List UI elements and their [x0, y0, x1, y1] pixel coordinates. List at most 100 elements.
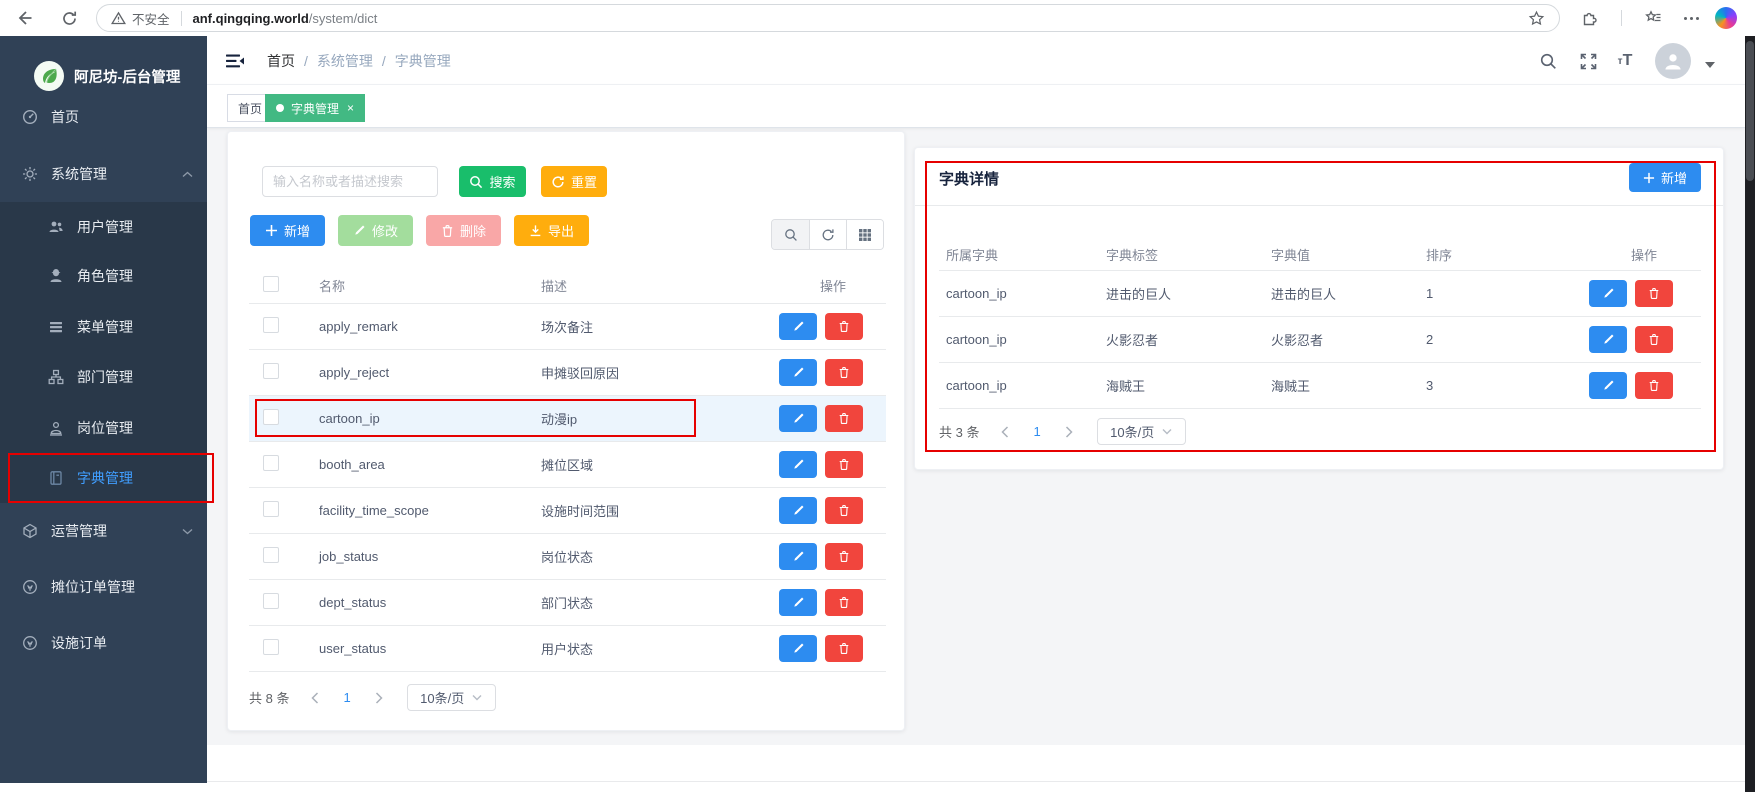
edit-button-disabled[interactable]: 修改 [338, 215, 413, 246]
prev-page-icon[interactable] [1001, 426, 1009, 438]
row-checkbox[interactable] [263, 455, 279, 471]
active-tab-dot [276, 104, 284, 112]
sidebar-item-booth-orders[interactable]: 摊位订单管理 [0, 562, 207, 612]
browser-menu-icon[interactable] [1684, 17, 1699, 20]
row-checkbox[interactable] [263, 547, 279, 563]
table-row[interactable]: user_status 用户状态 [249, 626, 886, 672]
security-warning-icon[interactable] [111, 11, 126, 25]
breadcrumb-separator: / [304, 53, 308, 69]
delete-row-button[interactable] [825, 543, 863, 570]
toolbar-search-icon[interactable] [772, 220, 809, 249]
scrollbar-thumb[interactable] [1746, 41, 1754, 181]
sidebar-item-posts[interactable]: 岗位管理 [0, 403, 207, 453]
user-avatar[interactable] [1655, 43, 1691, 79]
download-icon [529, 224, 542, 237]
browser-refresh-icon[interactable] [54, 3, 84, 33]
close-tab-icon[interactable]: × [347, 102, 354, 114]
delete-button-disabled[interactable]: 删除 [426, 215, 501, 246]
row-checkbox[interactable] [263, 317, 279, 333]
edit-row-button[interactable] [779, 543, 817, 570]
table-header: 名称 描述 操作 [249, 267, 886, 304]
next-page-icon[interactable] [1065, 426, 1073, 438]
row-checkbox[interactable] [263, 363, 279, 379]
toolbar-columns-icon[interactable] [846, 220, 883, 249]
select-all-checkbox[interactable] [263, 276, 279, 292]
delete-row-button[interactable] [825, 589, 863, 616]
sidebar-item-users[interactable]: 用户管理 [0, 202, 207, 252]
edit-row-button[interactable] [779, 635, 817, 662]
sidebar-item-home[interactable]: 首页 [0, 92, 207, 142]
sidebar-collapse-icon[interactable] [224, 50, 246, 72]
sidebar-item-dictionary[interactable]: 字典管理 [0, 453, 207, 503]
export-button[interactable]: 导出 [514, 215, 589, 246]
browser-back-icon[interactable] [10, 3, 40, 33]
tab-dict-active[interactable]: 字典管理 × [265, 94, 365, 122]
page-size-select[interactable]: 10条/页 [407, 684, 496, 711]
copilot-icon[interactable] [1715, 7, 1737, 29]
page-number[interactable]: 1 [343, 690, 350, 705]
detail-pagination: 共 3 条 1 10条/页 [939, 418, 1186, 445]
table-row[interactable]: job_status 岗位状态 [249, 534, 886, 580]
search-button[interactable]: 搜索 [459, 166, 526, 197]
plus-icon [1643, 172, 1655, 184]
search-input[interactable] [262, 166, 438, 197]
sidebar-item-operations[interactable]: 运营管理 [0, 506, 207, 556]
table-row-selected[interactable]: cartoon_ip 动漫ip [249, 396, 886, 442]
avatar-dropdown-caret[interactable] [1705, 62, 1715, 68]
select-caret-icon [1162, 428, 1172, 435]
page-number[interactable]: 1 [1033, 424, 1040, 439]
header-search-icon[interactable] [1535, 48, 1561, 74]
page-scrollbar[interactable] [1745, 36, 1755, 792]
font-size-icon[interactable]: тT [1612, 48, 1638, 74]
delete-row-button[interactable] [825, 635, 863, 662]
table-row[interactable]: apply_remark 场次备注 [249, 304, 886, 350]
sidebar-item-facility-orders[interactable]: 设施订单 [0, 618, 207, 668]
extensions-puzzle-icon[interactable] [1575, 3, 1605, 33]
breadcrumb-home[interactable]: 首页 [267, 51, 295, 71]
page-size-select[interactable]: 10条/页 [1097, 418, 1186, 445]
sidebar-item-menus[interactable]: 菜单管理 [0, 302, 207, 352]
delete-row-button[interactable] [825, 497, 863, 524]
bookmark-star-icon[interactable] [1528, 10, 1545, 27]
delete-row-button[interactable] [1635, 280, 1673, 307]
delete-row-button[interactable] [825, 359, 863, 386]
breadcrumb-system[interactable]: 系统管理 [317, 51, 373, 71]
sidebar-item-label: 菜单管理 [77, 317, 133, 337]
delete-row-button[interactable] [1635, 326, 1673, 353]
edit-row-button[interactable] [779, 359, 817, 386]
fullscreen-icon[interactable] [1575, 48, 1601, 74]
edit-row-button[interactable] [779, 313, 817, 340]
users-icon [48, 219, 64, 235]
sidebar-item-roles[interactable]: 角色管理 [0, 251, 207, 301]
edit-row-button[interactable] [1589, 372, 1627, 399]
edit-row-button[interactable] [779, 451, 817, 478]
table-row[interactable]: apply_reject 申摊驳回原因 [249, 350, 886, 396]
add-button[interactable]: 新增 [250, 215, 325, 246]
edit-row-button[interactable] [779, 497, 817, 524]
edit-row-button[interactable] [1589, 326, 1627, 353]
row-checkbox[interactable] [263, 409, 279, 425]
edit-row-button[interactable] [1589, 280, 1627, 307]
table-row[interactable]: dept_status 部门状态 [249, 580, 886, 626]
browser-address-bar[interactable]: 不安全 anf.qingqing.world /system/dict [96, 4, 1560, 32]
delete-row-button[interactable] [825, 451, 863, 478]
row-checkbox[interactable] [263, 501, 279, 517]
row-checkbox[interactable] [263, 639, 279, 655]
delete-row-button[interactable] [1635, 372, 1673, 399]
edit-row-button[interactable] [779, 589, 817, 616]
table-row[interactable]: booth_area 摊位区域 [249, 442, 886, 488]
cube-icon [22, 523, 38, 539]
sidebar-item-system[interactable]: 系统管理 [0, 149, 207, 199]
favorites-list-icon[interactable] [1638, 3, 1668, 33]
delete-row-button[interactable] [825, 405, 863, 432]
toolbar-refresh-icon[interactable] [809, 220, 846, 249]
delete-row-button[interactable] [825, 313, 863, 340]
table-row[interactable]: facility_time_scope 设施时间范围 [249, 488, 886, 534]
row-checkbox[interactable] [263, 593, 279, 609]
detail-add-button[interactable]: 新增 [1629, 163, 1701, 192]
edit-row-button[interactable] [779, 405, 817, 432]
prev-page-icon[interactable] [311, 692, 319, 704]
sidebar-item-departments[interactable]: 部门管理 [0, 352, 207, 402]
next-page-icon[interactable] [375, 692, 383, 704]
reset-button[interactable]: 重置 [541, 166, 607, 197]
